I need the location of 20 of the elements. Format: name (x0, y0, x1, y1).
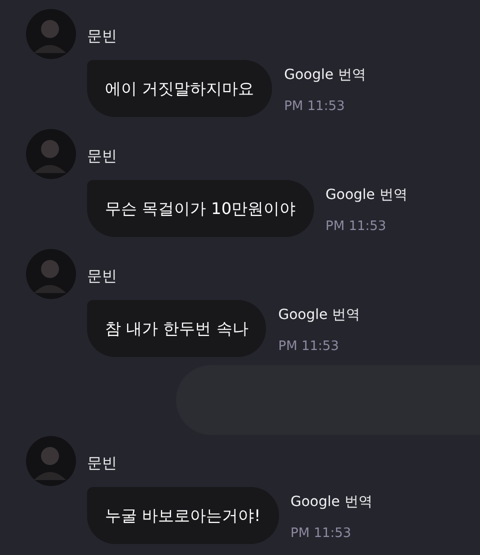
avatar-icon[interactable] (26, 129, 76, 179)
translate-link[interactable]: Google 번역 (290, 492, 372, 513)
message-bubble: 에이 거짓말하지마요 (87, 60, 272, 117)
message-bubble: 무슨 목걸이가 10만원이야 (87, 180, 314, 237)
avatar-icon[interactable] (26, 249, 76, 299)
sender-name: 문빈 (87, 266, 117, 287)
sender-name: 문빈 (87, 452, 117, 474)
translate-link[interactable]: Google 번역 (278, 305, 360, 326)
message-bubble: 누굴 바보로아는거야! (87, 487, 278, 544)
sender-name: 문빈 (87, 146, 117, 167)
translate-link[interactable]: Google 번역 (326, 185, 408, 206)
message-time: PM 11:53 (326, 218, 388, 236)
avatar-icon[interactable] (26, 9, 76, 59)
message-bubble: 참 내가 한두번 속나 (87, 300, 266, 357)
message-time: PM 11:53 (290, 525, 352, 543)
avatar-icon[interactable] (26, 436, 76, 486)
message-time: PM 11:53 (278, 338, 340, 356)
translate-link[interactable]: Google 번역 (284, 65, 366, 86)
sender-name: 문빈 (87, 26, 117, 47)
message-time: PM 11:53 (284, 98, 346, 116)
